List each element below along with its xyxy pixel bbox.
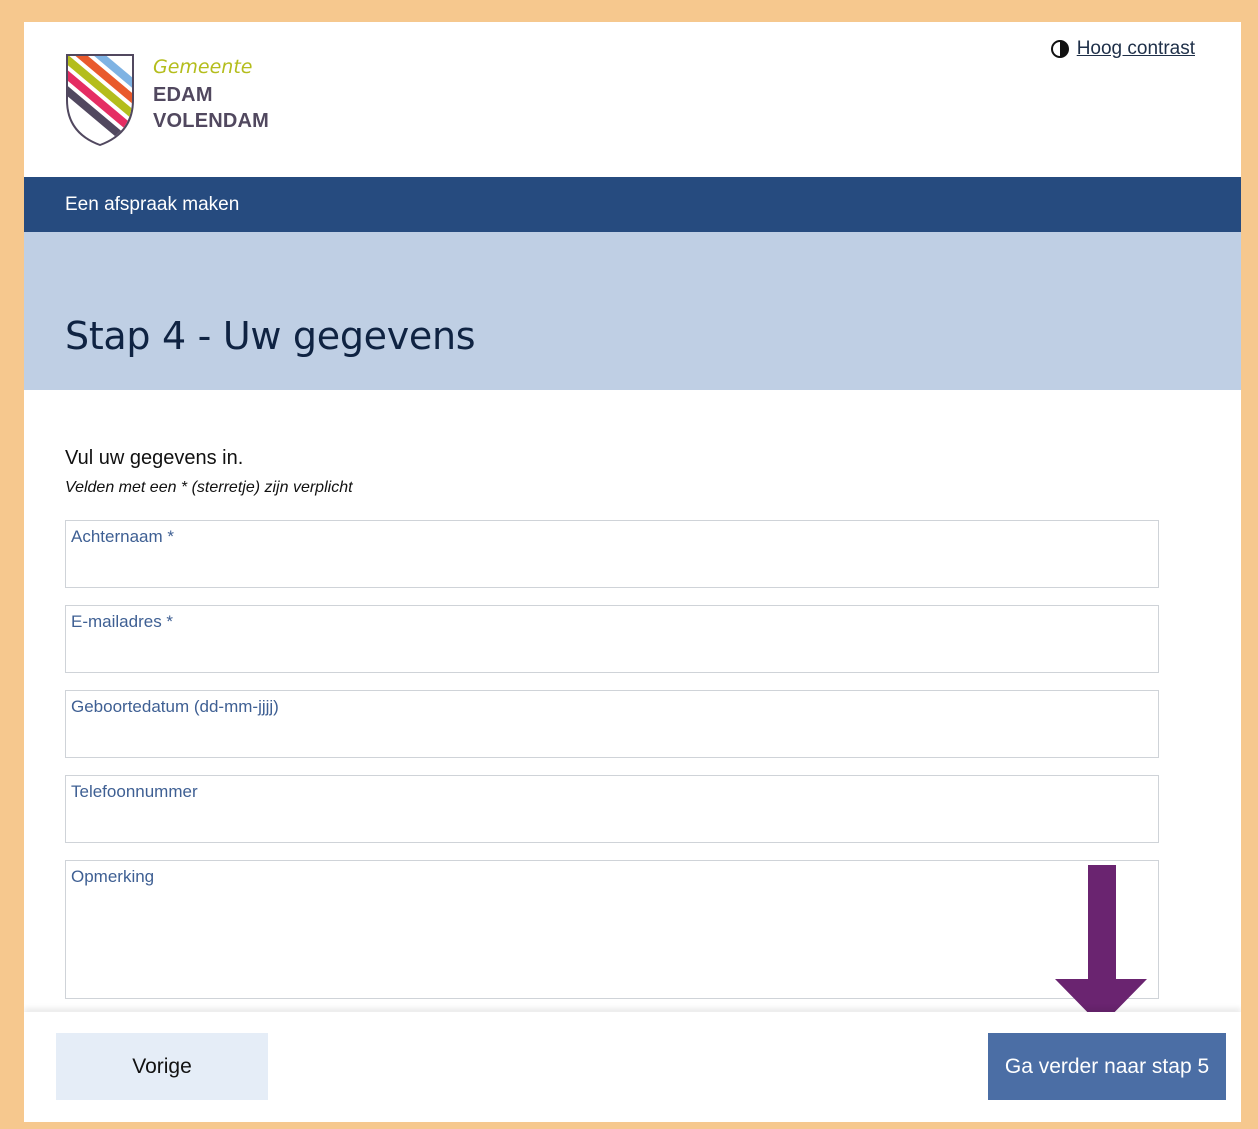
- previous-button[interactable]: Vorige: [56, 1033, 268, 1100]
- lastname-field[interactable]: Achternaam *: [65, 520, 1159, 588]
- page-frame: Gemeente EDAM VOLENDAM Hoog contrast Een…: [24, 22, 1241, 1122]
- half-circle-contrast-icon: [1050, 40, 1069, 58]
- phone-input[interactable]: [71, 812, 1153, 838]
- hero-banner: Stap 4 - Uw gegevens: [24, 232, 1241, 390]
- down-arrow-icon: [1055, 865, 1147, 1026]
- high-contrast-label: Hoog contrast: [1076, 38, 1195, 59]
- remark-label: Opmerking: [71, 867, 155, 886]
- high-contrast-link[interactable]: Hoog contrast: [1050, 38, 1195, 60]
- birthdate-input[interactable]: [71, 727, 1153, 753]
- remark-field[interactable]: Opmerking: [65, 860, 1159, 999]
- logo-text-volendam: VOLENDAM: [153, 110, 270, 132]
- phone-label: Telefoonnummer: [71, 782, 198, 801]
- email-label: E-mailadres *: [71, 612, 174, 631]
- nav-title[interactable]: Een afspraak maken: [65, 194, 239, 216]
- site-header: Gemeente EDAM VOLENDAM Hoog contrast: [24, 22, 1241, 177]
- edam-volendam-shield-icon: [66, 54, 134, 146]
- municipality-logo[interactable]: Gemeente EDAM VOLENDAM: [64, 52, 294, 152]
- next-step-button[interactable]: Ga verder naar stap 5: [988, 1033, 1226, 1100]
- logo-text-edam: EDAM: [153, 84, 213, 106]
- nav-bar: Een afspraak maken: [24, 177, 1241, 232]
- required-note: Velden met een * (sterretje) zijn verpli…: [65, 479, 353, 496]
- form-intro: Vul uw gegevens in.: [65, 447, 244, 469]
- logo-text-gemeente: Gemeente: [153, 56, 253, 78]
- remark-textarea[interactable]: [71, 893, 1153, 994]
- birthdate-field[interactable]: Geboortedatum (dd-mm-jjjj): [65, 690, 1159, 758]
- email-field[interactable]: E-mailadres *: [65, 605, 1159, 673]
- phone-field[interactable]: Telefoonnummer: [65, 775, 1159, 843]
- footer-bar: Vorige Ga verder naar stap 5: [24, 1012, 1241, 1122]
- lastname-label: Achternaam *: [71, 527, 174, 546]
- email-input[interactable]: [71, 642, 1153, 668]
- birthdate-label: Geboortedatum (dd-mm-jjjj): [71, 697, 279, 716]
- page-title: Stap 4 - Uw gegevens: [65, 314, 476, 358]
- lastname-input[interactable]: [71, 557, 1153, 583]
